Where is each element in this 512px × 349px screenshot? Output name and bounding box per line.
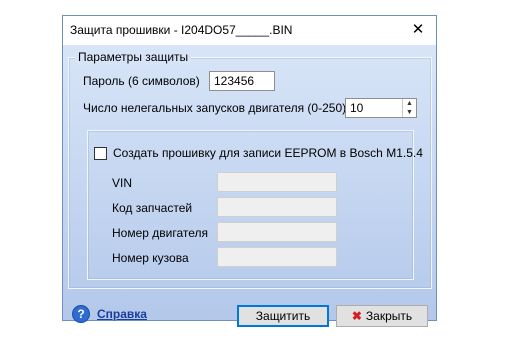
part-code-field[interactable] [217, 197, 337, 217]
protect-button-label: Защитить [255, 309, 311, 323]
close-button-label: Закрыть [365, 309, 413, 323]
close-x-icon: ✖ [351, 309, 362, 323]
spin-up-icon[interactable]: ▲ [403, 99, 416, 108]
body-number-field[interactable] [217, 247, 337, 267]
body-number-label: Номер кузова [112, 251, 189, 265]
part-code-label: Код запчастей [112, 201, 193, 215]
illegal-starts-stepper[interactable]: 10 ▲ ▼ [345, 98, 417, 118]
protection-legend: Параметры защиты [75, 50, 192, 64]
engine-number-label: Номер двигателя [112, 226, 209, 240]
password-label: Пароль (6 символов) [83, 74, 200, 88]
window-title: Защита прошивки - I204DO57_____.BIN [70, 23, 293, 37]
close-button[interactable]: ✖ Закрыть [336, 305, 428, 327]
close-icon: ✕ [411, 21, 425, 38]
password-input[interactable]: 123456 [209, 71, 275, 91]
eeprom-checkbox-label[interactable]: Создать прошивку для записи EEPROM в Bos… [113, 146, 423, 160]
spin-down-icon[interactable]: ▼ [403, 108, 416, 117]
illegal-starts-value: 10 [350, 101, 364, 115]
vin-field[interactable] [217, 172, 337, 192]
window-close-button[interactable]: ✕ [400, 16, 436, 45]
dialog-client-area: Параметры защиты Пароль (6 символов) 123… [63, 45, 436, 327]
eeprom-groupbox: Создать прошивку для записи EEPROM в Bos… [87, 130, 423, 280]
stepper-arrows[interactable]: ▲ ▼ [402, 99, 416, 117]
engine-number-field[interactable] [217, 222, 337, 242]
vin-label: VIN [112, 176, 133, 190]
help-icon[interactable]: ? [72, 305, 90, 323]
protection-groupbox: Параметры защиты Пароль (6 символов) 123… [68, 50, 432, 289]
protect-button[interactable]: Защитить [237, 305, 329, 327]
title-bar[interactable]: Защита прошивки - I204DO57_____.BIN ✕ [63, 16, 436, 45]
help-link[interactable]: Справка [97, 307, 147, 321]
illegal-starts-label: Число нелегальных запусков двигателя (0-… [83, 101, 347, 115]
protection-dialog: Защита прошивки - I204DO57_____.BIN ✕ Па… [62, 15, 437, 327]
eeprom-checkbox[interactable] [94, 147, 107, 160]
